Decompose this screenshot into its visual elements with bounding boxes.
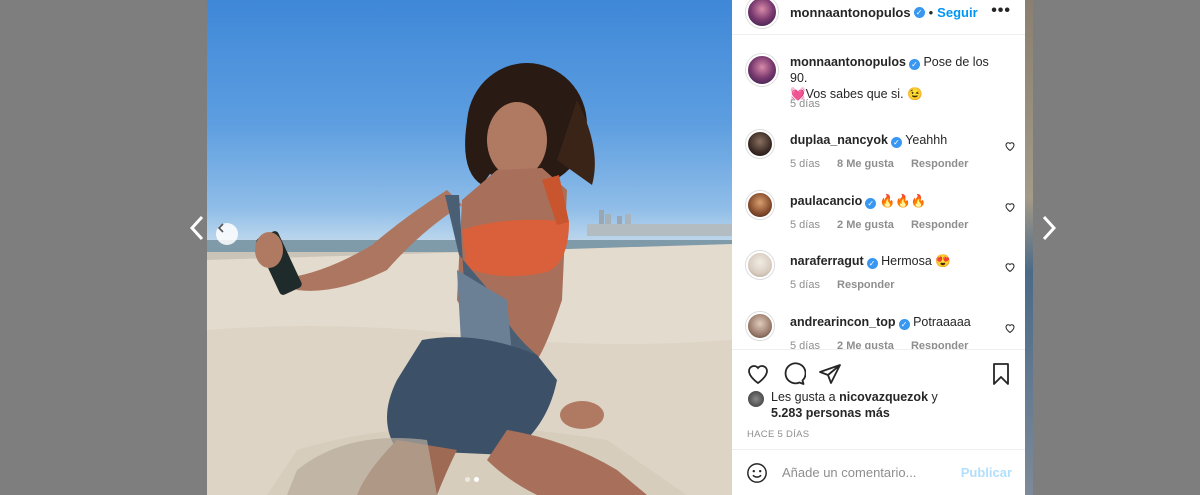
comment-meta: 5 días Responder — [790, 279, 909, 291]
beach-selfie-image — [207, 63, 732, 495]
comment-text: 🔥🔥🔥 — [879, 194, 927, 208]
liker-avatar[interactable] — [748, 391, 764, 407]
carousel-dot[interactable] — [465, 477, 470, 482]
likes-line-2[interactable]: 5.283 personas más — [771, 406, 890, 421]
like-comment-heart-icon[interactable] — [1004, 140, 1016, 152]
author-avatar[interactable] — [746, 54, 778, 86]
commenter-avatar[interactable] — [746, 312, 774, 340]
caption-meta: 5 días — [790, 98, 834, 110]
comment-time[interactable]: 5 días — [790, 158, 820, 170]
comment-bubble-icon[interactable] — [782, 362, 806, 386]
commenter-avatar[interactable] — [746, 251, 774, 279]
emoji-smiley-icon[interactable] — [746, 462, 768, 484]
verified-badge-icon: ✓ — [890, 137, 902, 148]
comment-username[interactable]: paulacancio — [790, 194, 862, 208]
verified-badge-icon: ✓ — [913, 6, 925, 18]
background-post-strip — [1025, 0, 1033, 495]
comment-time[interactable]: 5 días — [790, 219, 820, 231]
comment-text: Potraaaaa — [913, 315, 971, 329]
reply-button[interactable]: Responder — [837, 279, 894, 291]
follow-button[interactable]: Seguir — [937, 5, 977, 20]
carousel-prev-button[interactable] — [216, 223, 238, 245]
carousel-dots — [465, 477, 479, 482]
chevron-right-icon — [1042, 215, 1057, 241]
comment-username[interactable]: naraferragut — [790, 254, 864, 268]
likes-suffix: y — [928, 390, 938, 404]
liker-username[interactable]: nicovazquezok — [839, 390, 928, 404]
comment-text: Yeahhh — [905, 133, 948, 147]
post-timestamp[interactable]: HACE 5 DÍAS — [747, 429, 809, 440]
share-paper-plane-icon[interactable] — [818, 362, 842, 386]
comment-meta: 5 días 2 Me gusta Responder — [790, 219, 982, 231]
separator-dot: • — [928, 4, 934, 20]
verified-badge-icon: ✓ — [865, 198, 877, 209]
comment-username[interactable]: duplaa_nancyok — [790, 133, 888, 147]
commenter-avatar[interactable] — [746, 130, 774, 158]
post-side-panel: monnaantonopulos ✓ • Seguir ••• monnaant… — [732, 0, 1025, 495]
comments-list[interactable]: monnaantonopulos ✓ Pose de los 90. 💓Vos s… — [732, 36, 1025, 349]
more-options-icon[interactable]: ••• — [991, 2, 1011, 20]
comment-time[interactable]: 5 días — [790, 340, 820, 349]
comment-likes[interactable]: 2 Me gusta — [837, 340, 894, 349]
commenter-avatar[interactable] — [746, 191, 774, 219]
post-header: monnaantonopulos ✓ • Seguir ••• — [732, 0, 1025, 35]
likes-line-1: Les gusta a nicovazquezok y — [771, 390, 938, 405]
reply-button[interactable]: Responder — [911, 219, 968, 231]
action-icon-row — [746, 362, 842, 386]
comment-meta: 5 días 8 Me gusta Responder — [790, 158, 982, 170]
reply-button[interactable]: Responder — [911, 158, 968, 170]
like-comment-heart-icon[interactable] — [1004, 322, 1016, 334]
author-username[interactable]: monnaantonopulos — [790, 5, 911, 20]
comment-username[interactable]: andrearincon_top — [790, 315, 896, 329]
verified-badge-icon: ✓ — [866, 258, 878, 269]
add-comment-bar: Añade un comentario... Publicar — [732, 449, 1025, 495]
like-comment-heart-icon[interactable] — [1004, 201, 1016, 213]
publish-button[interactable]: Publicar — [961, 465, 1012, 480]
caption-username[interactable]: monnaantonopulos — [790, 55, 906, 69]
likes-prefix: Les gusta a — [771, 390, 840, 404]
likes-count[interactable]: 5.283 personas más — [771, 406, 890, 420]
verified-badge-icon: ✓ — [898, 319, 910, 330]
like-comment-heart-icon[interactable] — [1004, 261, 1016, 273]
author-avatar[interactable] — [746, 0, 778, 28]
comment-text: Hermosa 😍 — [881, 254, 951, 268]
comment-likes[interactable]: 2 Me gusta — [837, 219, 894, 231]
comment-meta: 5 días 2 Me gusta Responder — [790, 340, 982, 349]
comment-likes[interactable]: 8 Me gusta — [837, 158, 894, 170]
next-post-button[interactable] — [1036, 212, 1062, 244]
post-photo[interactable] — [207, 0, 732, 495]
save-bookmark-icon[interactable] — [989, 362, 1013, 386]
comment-input[interactable]: Añade un comentario... — [782, 465, 961, 480]
reply-button[interactable]: Responder — [911, 340, 968, 349]
like-heart-icon[interactable] — [746, 362, 770, 386]
carousel-dot-active[interactable] — [474, 477, 479, 482]
chevron-left-icon — [217, 223, 224, 233]
verified-badge-icon: ✓ — [908, 59, 920, 70]
chevron-left-icon — [189, 215, 204, 241]
post-actions: Les gusta a nicovazquezok y 5.283 person… — [732, 349, 1025, 449]
comment-time[interactable]: 5 días — [790, 279, 820, 291]
caption-time[interactable]: 5 días — [790, 98, 820, 110]
